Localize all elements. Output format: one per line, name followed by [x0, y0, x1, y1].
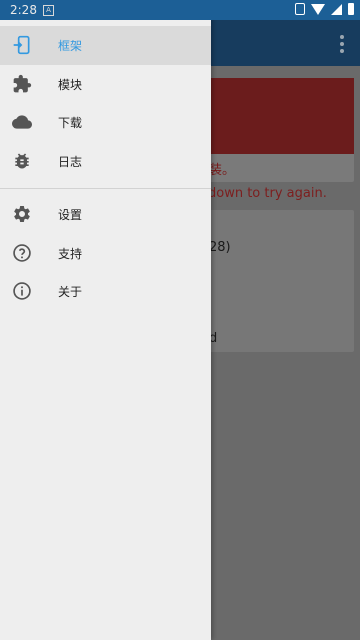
drawer-item-download[interactable]: 下载: [0, 103, 211, 142]
drawer-item-modules[interactable]: 模块: [0, 65, 211, 104]
navigation-drawer: 框架 模块 下载 日志 设置 支持 关于: [0, 0, 211, 640]
drawer-item-about[interactable]: 关于: [0, 272, 211, 311]
framework-icon: [13, 35, 30, 55]
drawer-item-support[interactable]: 支持: [0, 234, 211, 273]
drawer-item-framework[interactable]: 框架: [0, 26, 211, 65]
drawer-item-label: 设置: [58, 208, 83, 222]
wifi-icon: [311, 3, 325, 15]
drawer-item-label: 关于: [58, 285, 83, 299]
drawer-item-label: 模块: [58, 77, 83, 92]
status-card-text: 装。: [209, 163, 236, 178]
signal-icon: [331, 3, 342, 15]
drawer-item-label: 下载: [58, 116, 83, 130]
info-line-1: 28): [209, 240, 231, 255]
notification-icon: A: [43, 5, 54, 16]
drawer-item-label: 框架: [58, 39, 83, 53]
drawer-item-label: 日志: [58, 154, 83, 169]
drawer-divider: [0, 188, 211, 189]
status-time: 2:28: [10, 3, 37, 17]
overflow-menu-icon[interactable]: [340, 35, 344, 56]
status-bar: 2:28 A: [0, 0, 360, 20]
drawer-menu: 框架 模块 下载 日志 设置 支持 关于: [0, 26, 211, 311]
vibrate-icon: [295, 3, 305, 15]
bug-icon: [15, 153, 29, 168]
gear-icon: [14, 206, 30, 222]
drawer-item-logs[interactable]: 日志: [0, 142, 211, 181]
status-card-banner: [195, 78, 354, 154]
puzzle-icon: [13, 74, 32, 92]
info-card: 28) d: [195, 210, 354, 352]
pull-to-refresh-hint: down to try again.: [208, 186, 327, 201]
info-circle-icon: [13, 282, 31, 300]
status-card: 装。: [195, 78, 354, 182]
battery-icon: [348, 3, 354, 15]
help-circle-icon: [13, 243, 31, 262]
drawer-item-settings[interactable]: 设置: [0, 195, 211, 234]
drawer-item-label: 支持: [58, 246, 83, 261]
cloud-icon: [12, 115, 32, 129]
